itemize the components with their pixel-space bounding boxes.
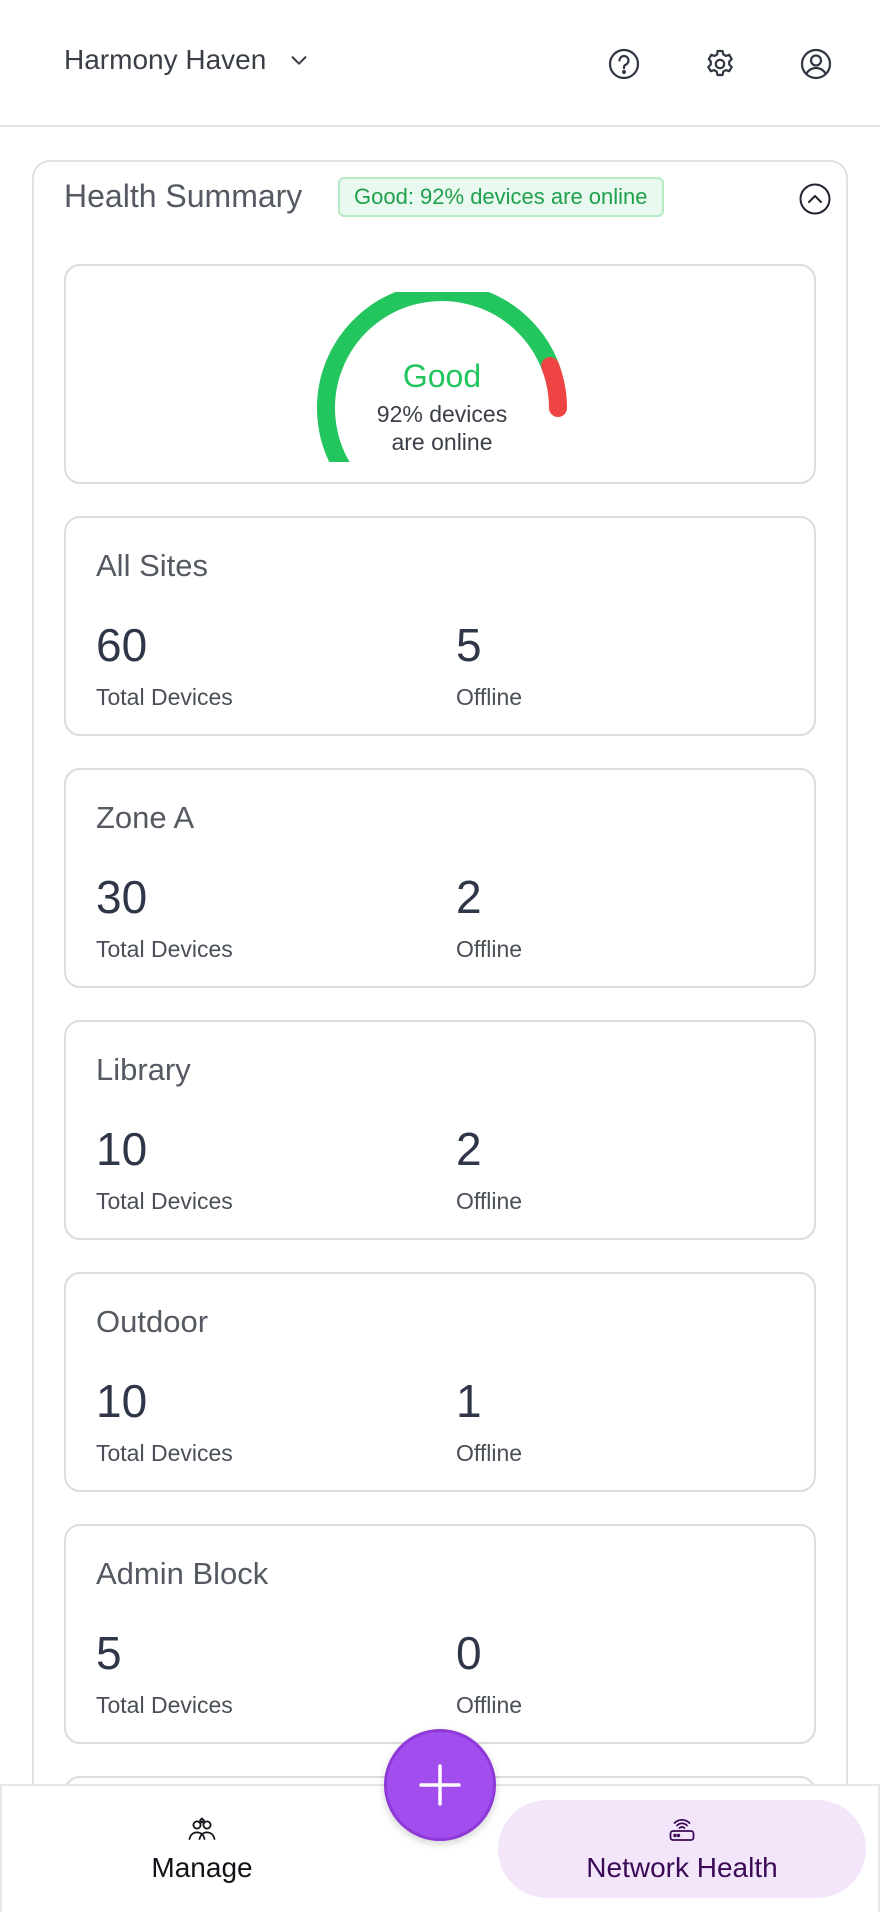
nav-network-health-label: Network Health [586,1852,778,1883]
total-devices-label: Total Devices [96,1188,233,1214]
settings-icon[interactable] [702,46,738,82]
site-card-name: Zone A [96,800,195,835]
offline-count: 0 [456,1627,482,1679]
site-card-name: All Sites [96,548,208,583]
total-devices-count: 30 [96,871,148,923]
total-devices-label: Total Devices [96,1692,233,1718]
add-fab-button[interactable] [384,1729,496,1841]
nav-manage[interactable]: Manage [62,1800,342,1898]
account-icon[interactable] [798,46,834,82]
site-card-library[interactable]: Library 10 Total Devices 2 Offline [64,1020,816,1240]
offline-count: 5 [456,619,482,671]
users-group-icon [188,1817,216,1840]
total-devices-label: Total Devices [96,936,233,962]
site-card-all-sites[interactable]: All Sites 60 Total Devices 5 Offline [64,516,816,736]
status-badge: Good: 92% devices are online [338,177,664,217]
total-devices-count: 10 [96,1123,148,1175]
total-devices-label: Total Devices [96,1440,233,1466]
panel-title: Health Summary [64,178,303,214]
total-devices-count: 5 [96,1627,122,1679]
nav-manage-label: Manage [151,1852,253,1883]
total-devices-count: 10 [96,1375,148,1427]
offline-label: Offline [456,1188,523,1214]
gauge-status-label: Good [402,358,482,394]
offline-label: Offline [456,936,523,962]
offline-count: 2 [456,1123,482,1175]
collapse-chevron-up-icon[interactable] [798,182,832,216]
nav-network-health[interactable]: Network Health [498,1800,866,1898]
chevron-down-icon [291,56,307,65]
site-selector[interactable]: Harmony Haven [64,44,310,76]
help-icon[interactable] [606,46,642,82]
total-devices-count: 60 [96,619,148,671]
offline-count: 1 [456,1375,482,1427]
offline-label: Offline [456,1440,523,1466]
site-card-name: Library [96,1052,191,1087]
plus-icon [419,1764,461,1806]
health-gauge-card: Good 92% devices are online [64,264,816,484]
site-card-name: Admin Block [96,1556,269,1591]
router-icon [669,1819,695,1841]
site-card-zone-a[interactable]: Zone A 30 Total Devices 2 Offline [64,768,816,988]
site-card-outdoor[interactable]: Outdoor 10 Total Devices 1 Offline [64,1272,816,1492]
gauge-description: 92% devices are online [66,400,818,456]
gauge-description-line-2: are online [391,429,493,455]
total-devices-label: Total Devices [96,684,233,710]
site-card-admin-block[interactable]: Admin Block 5 Total Devices 0 Offline [64,1524,816,1744]
top-app-bar: Harmony Haven [0,0,880,127]
site-name: Harmony Haven [64,44,267,75]
offline-label: Offline [456,684,523,710]
site-card-name: Outdoor [96,1304,209,1339]
gauge-description-line-1: 92% devices [376,401,508,427]
offline-label: Offline [456,1692,523,1718]
offline-count: 2 [456,871,482,923]
